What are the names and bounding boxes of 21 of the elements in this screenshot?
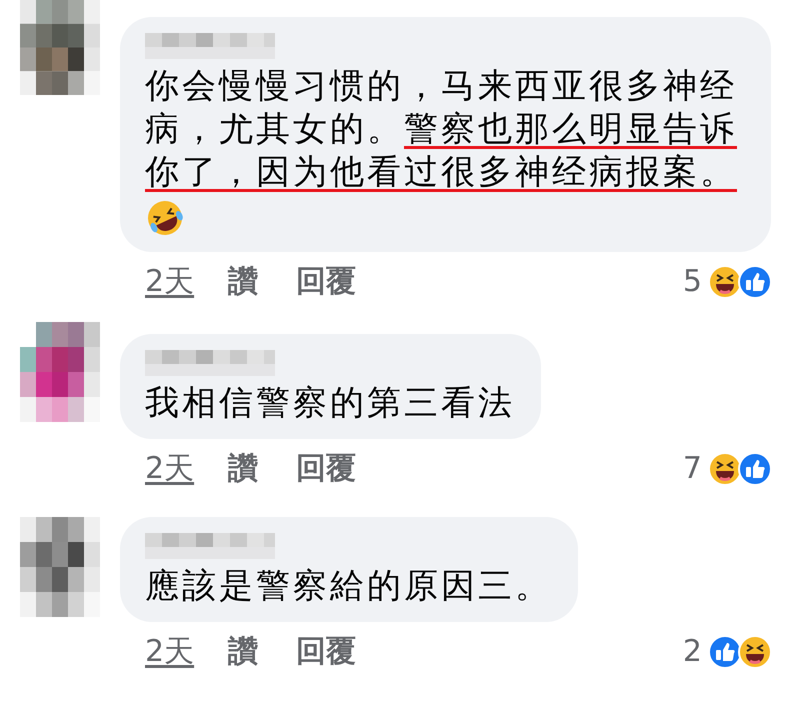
timestamp-link[interactable]: 2天 (145, 264, 194, 300)
comment-text: 應該是警察給的原因三。 (145, 565, 552, 608)
timestamp-link[interactable]: 2天 (145, 451, 194, 487)
laughing-face-icon (708, 265, 742, 299)
timestamp-link[interactable]: 2天 (145, 634, 194, 670)
laughing-face-icon (708, 452, 742, 486)
reaction-count: 7 (682, 451, 702, 487)
thumbs-up-icon (708, 635, 742, 669)
reaction-count: 2 (682, 634, 702, 670)
like-link[interactable]: 讚 (228, 264, 258, 300)
thumbs-up-icon (738, 265, 772, 299)
like-link[interactable]: 讚 (228, 451, 258, 487)
reply-link[interactable]: 回覆 (296, 264, 356, 300)
like-link[interactable]: 讚 (228, 634, 258, 670)
comment-text: 你会慢慢习惯的，马来西亚很多神经病，尤其女的。警察也那么明显告诉你了，因为他看过很多神经病报案。 (145, 65, 738, 194)
reaction-count: 5 (682, 264, 702, 300)
comment-text: 我相信警察的第三看法 (145, 382, 515, 425)
thumbs-up-icon (738, 452, 772, 486)
reply-link[interactable]: 回覆 (296, 634, 356, 670)
laughing-face-icon (738, 635, 772, 669)
reply-link[interactable]: 回覆 (296, 451, 356, 487)
